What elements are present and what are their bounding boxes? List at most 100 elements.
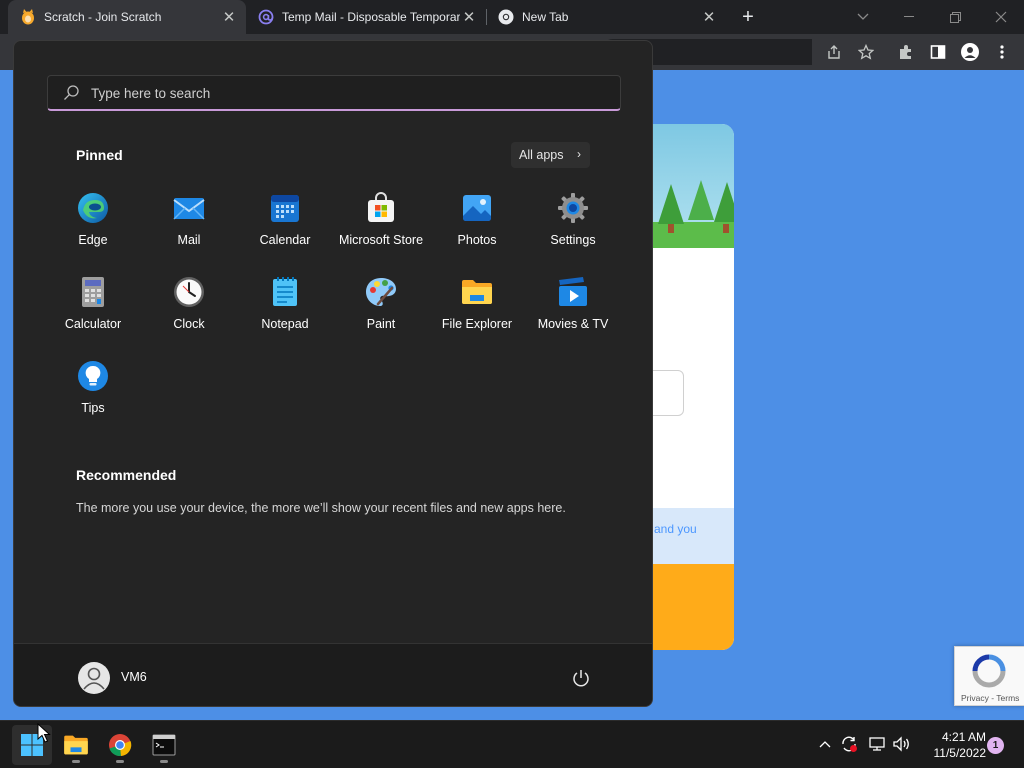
taskbar-clock[interactable]: 4:21 AM 11/5/2022 [916,729,987,761]
app-label: Photos [457,233,497,247]
app-label: Notepad [261,317,309,331]
clock-icon [174,277,204,307]
tab-title: Scratch - Join Scratch [44,10,162,24]
tab-new-tab[interactable]: New Tab ✕ [486,0,726,34]
start-menu-footer: VM6 [14,643,652,706]
pinned-app-settings[interactable]: Settings [525,184,621,264]
folder-icon [462,280,492,304]
recaptcha-badge[interactable]: Privacy - Terms [954,646,1024,706]
pinned-app-edge[interactable]: Edge [45,184,141,264]
chrome-icon [498,9,514,25]
taskbar-terminal[interactable] [144,725,184,765]
start-menu: Type here to search Pinned All apps › Ed… [13,40,653,707]
close-tab-icon[interactable]: ✕ [700,8,718,26]
power-icon[interactable] [570,667,592,689]
pinned-app-paint[interactable]: Paint [333,268,429,348]
at-sign-icon [258,9,274,25]
pinned-app-file-explorer[interactable]: File Explorer [429,268,525,348]
network-icon[interactable] [867,734,887,754]
close-tab-icon[interactable]: ✕ [220,8,238,26]
browser-tab-strip: Scratch - Join Scratch ✕ Temp Mail - Dis… [0,0,1024,34]
pinned-app-photos[interactable]: Photos [429,184,525,264]
search-icon [64,85,79,100]
restore-icon[interactable] [932,0,978,34]
taskbar-chrome[interactable] [100,725,140,765]
more-menu-icon[interactable] [990,40,1014,64]
taskbar-file-explorer[interactable] [56,725,96,765]
user-avatar-icon[interactable] [78,662,110,694]
tab-scratch-join[interactable]: Scratch - Join Scratch ✕ [8,0,246,34]
photos-icon [463,195,491,221]
show-hidden-icons-chevron-icon[interactable] [815,734,835,754]
pinned-app-movies-tv[interactable]: Movies & TV [525,268,621,348]
tab-title: New Tab [522,10,569,24]
tab-title: Temp Mail - Disposable Temporary E [282,10,460,24]
share-icon[interactable] [822,40,846,64]
pinned-app-calendar[interactable]: Calendar [237,184,333,264]
notepad-icon [273,277,297,306]
settings-gear-icon [558,193,588,223]
tab-search-icon[interactable] [840,0,886,34]
running-indicator [72,760,80,763]
pinned-app-notepad[interactable]: Notepad [237,268,333,348]
calendar-icon [271,195,299,222]
clock-date: 11/5/2022 [933,746,987,760]
app-label: Paint [366,317,396,331]
all-apps-button[interactable]: All apps › [511,142,590,168]
mail-icon [173,198,205,220]
new-tab-button[interactable]: + [736,6,760,28]
running-indicator [116,760,124,763]
file-explorer-icon [64,735,88,755]
calculator-icon [82,277,104,307]
app-label: Settings [550,233,596,247]
app-label: Movies & TV [537,317,609,331]
app-label: File Explorer [441,317,513,331]
edge-icon [78,193,108,223]
side-panel-icon[interactable] [926,40,950,64]
bookmark-star-icon[interactable] [854,40,878,64]
close-window-icon[interactable] [978,0,1024,34]
close-tab-icon[interactable]: ✕ [460,8,478,26]
tab-temp-mail[interactable]: Temp Mail - Disposable Temporary E ✕ [246,0,486,34]
info-banner-text: and you [654,522,697,536]
mouse-pointer-icon [37,723,51,743]
start-search-box[interactable]: Type here to search [47,75,621,111]
app-label: Edge [78,233,108,247]
recaptcha-footer-links[interactable]: Privacy - Terms [961,693,1019,703]
movies-tv-icon [559,277,587,306]
pinned-app-calculator[interactable]: Calculator [45,268,141,348]
user-name[interactable]: VM6 [121,670,147,684]
app-label: Clock [173,317,205,331]
pinned-app-tips[interactable]: Tips [45,352,141,432]
terminal-icon [152,734,176,756]
scratch-cat-icon [20,9,36,25]
taskbar: 4:21 AM 11/5/2022 1 [0,720,1024,768]
app-label: Calculator [64,317,122,331]
pinned-app-mail[interactable]: Mail [141,184,237,264]
volume-icon[interactable] [891,734,911,754]
pinned-app-clock[interactable]: Clock [141,268,237,348]
clock-time: 4:21 AM [941,730,986,744]
pinned-heading: Pinned [76,147,123,163]
tree-icon [658,184,684,224]
extensions-puzzle-icon[interactable] [894,40,918,64]
sync-alert-icon[interactable] [839,734,859,754]
chevron-right-icon: › [577,147,581,161]
recommended-heading: Recommended [76,467,177,483]
all-apps-label: All apps [519,148,564,162]
tree-icon [714,182,734,222]
profile-icon[interactable] [958,40,982,64]
minimize-icon[interactable] [886,0,932,34]
pinned-app-microsoft-store[interactable]: Microsoft Store [333,184,429,264]
chrome-icon [109,734,132,757]
search-placeholder: Type here to search [91,86,211,101]
lightbulb-icon [78,361,108,391]
app-label: Calendar [259,233,311,247]
notification-badge[interactable]: 1 [987,737,1004,754]
recaptcha-icon [972,654,1006,688]
tree-icon [688,180,714,220]
store-icon [368,192,394,222]
recommended-empty-text: The more you use your device, the more w… [76,501,566,515]
app-label: Tips [81,401,105,415]
paint-palette-icon [366,278,396,306]
